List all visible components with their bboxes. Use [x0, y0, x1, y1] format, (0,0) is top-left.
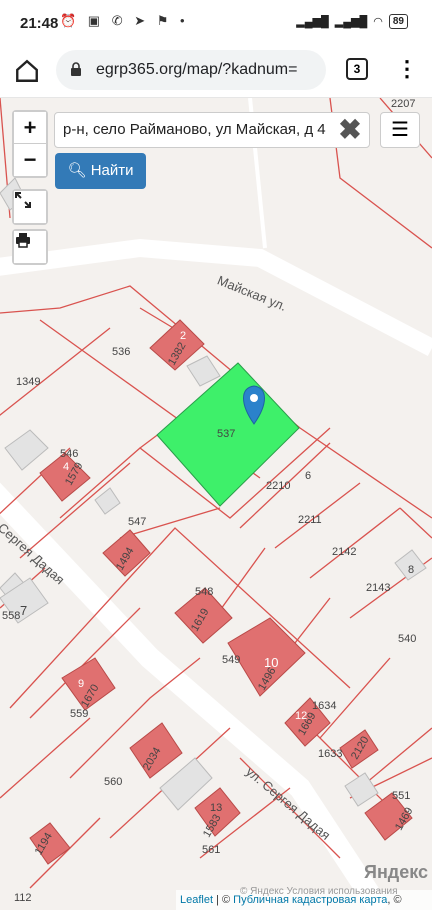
parcel-label: 2211 [298, 514, 322, 526]
print-icon[interactable] [14, 231, 46, 263]
parcel-label: 9 [78, 678, 85, 690]
parcel-label: 549 [222, 654, 241, 666]
parcel-label: 536 [112, 346, 131, 358]
yandex-logo: Яндекс [364, 862, 429, 882]
search-input-value: р-н, село Райманово, ул Майская, д 4 [63, 121, 326, 138]
address-search-input[interactable]: р-н, село Райманово, ул Майская, д 4 [54, 112, 370, 148]
parcel-label: 551 [392, 790, 411, 802]
map-menu-button[interactable]: ☰ [380, 112, 420, 148]
battery-icon: 89 [388, 14, 408, 29]
parcel-label: 4 [63, 461, 70, 473]
notification-icons: ⏰ ▣ ✆ ➤ ⚑ • [60, 13, 189, 28]
home-icon[interactable] [14, 58, 40, 84]
status-bar: 21:48 ⏰ ▣ ✆ ➤ ⚑ • ▂▄▆█ ▂▄▆█ ◠ 89 [0, 0, 432, 46]
fullscreen-control [12, 189, 48, 225]
parcel-label: 540 [398, 633, 417, 645]
browser-toolbar: egrp365.org/map/?kadnum= 3 ⋮ [0, 46, 432, 98]
attribution-separator: | © [213, 894, 234, 906]
clear-search-icon[interactable]: ✖ [334, 114, 366, 146]
parcel-label: 10 [264, 655, 279, 670]
parcel-label: 1349 [16, 376, 41, 388]
parcel-label: 1633 [318, 748, 343, 760]
parcel-label: 8 [408, 564, 415, 576]
wifi-icon: ◠ [373, 16, 383, 28]
cadastral-map[interactable] [0, 98, 432, 910]
parcel-label: 1634 [312, 700, 337, 712]
parcel-label: 2 [180, 330, 187, 342]
parcel-label: 2210 [266, 480, 291, 492]
parcel-label: 560 [104, 776, 123, 788]
find-button[interactable]: 🔍︎ Найти [55, 153, 146, 189]
fullscreen-icon[interactable] [14, 191, 46, 223]
parcel-label: 6 [305, 470, 312, 482]
signal-icon: ▂▄▆█ [296, 16, 329, 28]
map-view[interactable]: 536 1382 1349 537 2210 6 2211 546 1579 5… [0, 98, 432, 910]
parcel-label: 7 [20, 603, 28, 618]
print-control [12, 229, 48, 265]
parcel-label: 559 [70, 708, 89, 720]
road-mayskaya [0, 238, 432, 356]
parcel-label: 537 [217, 428, 236, 440]
parcel-label: 2207 [391, 98, 416, 110]
parcel-label: 546 [60, 448, 79, 460]
zoom-control: + − [12, 110, 48, 178]
zoom-in-button[interactable]: + [14, 112, 46, 144]
search-icon: 🔍︎ [67, 162, 87, 179]
find-button-label: Найти [90, 162, 134, 179]
parcel-label: 112 [14, 892, 32, 904]
leaflet-link[interactable]: Leaflet [180, 894, 213, 906]
signal-icon-2: ▂▄▆█ [334, 16, 368, 28]
parcel-label: 2143 [366, 582, 391, 594]
address-bar[interactable]: egrp365.org/map/?kadnum= [56, 50, 326, 90]
parcel-label: 547 [128, 516, 147, 528]
status-time: 21:48 [20, 15, 59, 32]
parcel-label: 2142 [332, 546, 357, 558]
lock-icon [71, 62, 81, 76]
parcel-label: 12 [295, 710, 308, 722]
browser-menu-icon[interactable]: ⋮ [396, 56, 418, 82]
zoom-out-button[interactable]: − [14, 144, 46, 176]
yandex-terms[interactable]: © Яндекс Условия использования [240, 886, 398, 897]
parcel-label: 561 [202, 844, 221, 856]
system-icons: ▂▄▆█ ▂▄▆█ ◠ 89 [296, 14, 408, 29]
parcel-label: 548 [195, 586, 214, 598]
parcel-label: 558 [2, 610, 21, 622]
tab-switcher-button[interactable]: 3 [346, 58, 368, 80]
url-text: egrp365.org/map/?kadnum= [96, 61, 298, 78]
